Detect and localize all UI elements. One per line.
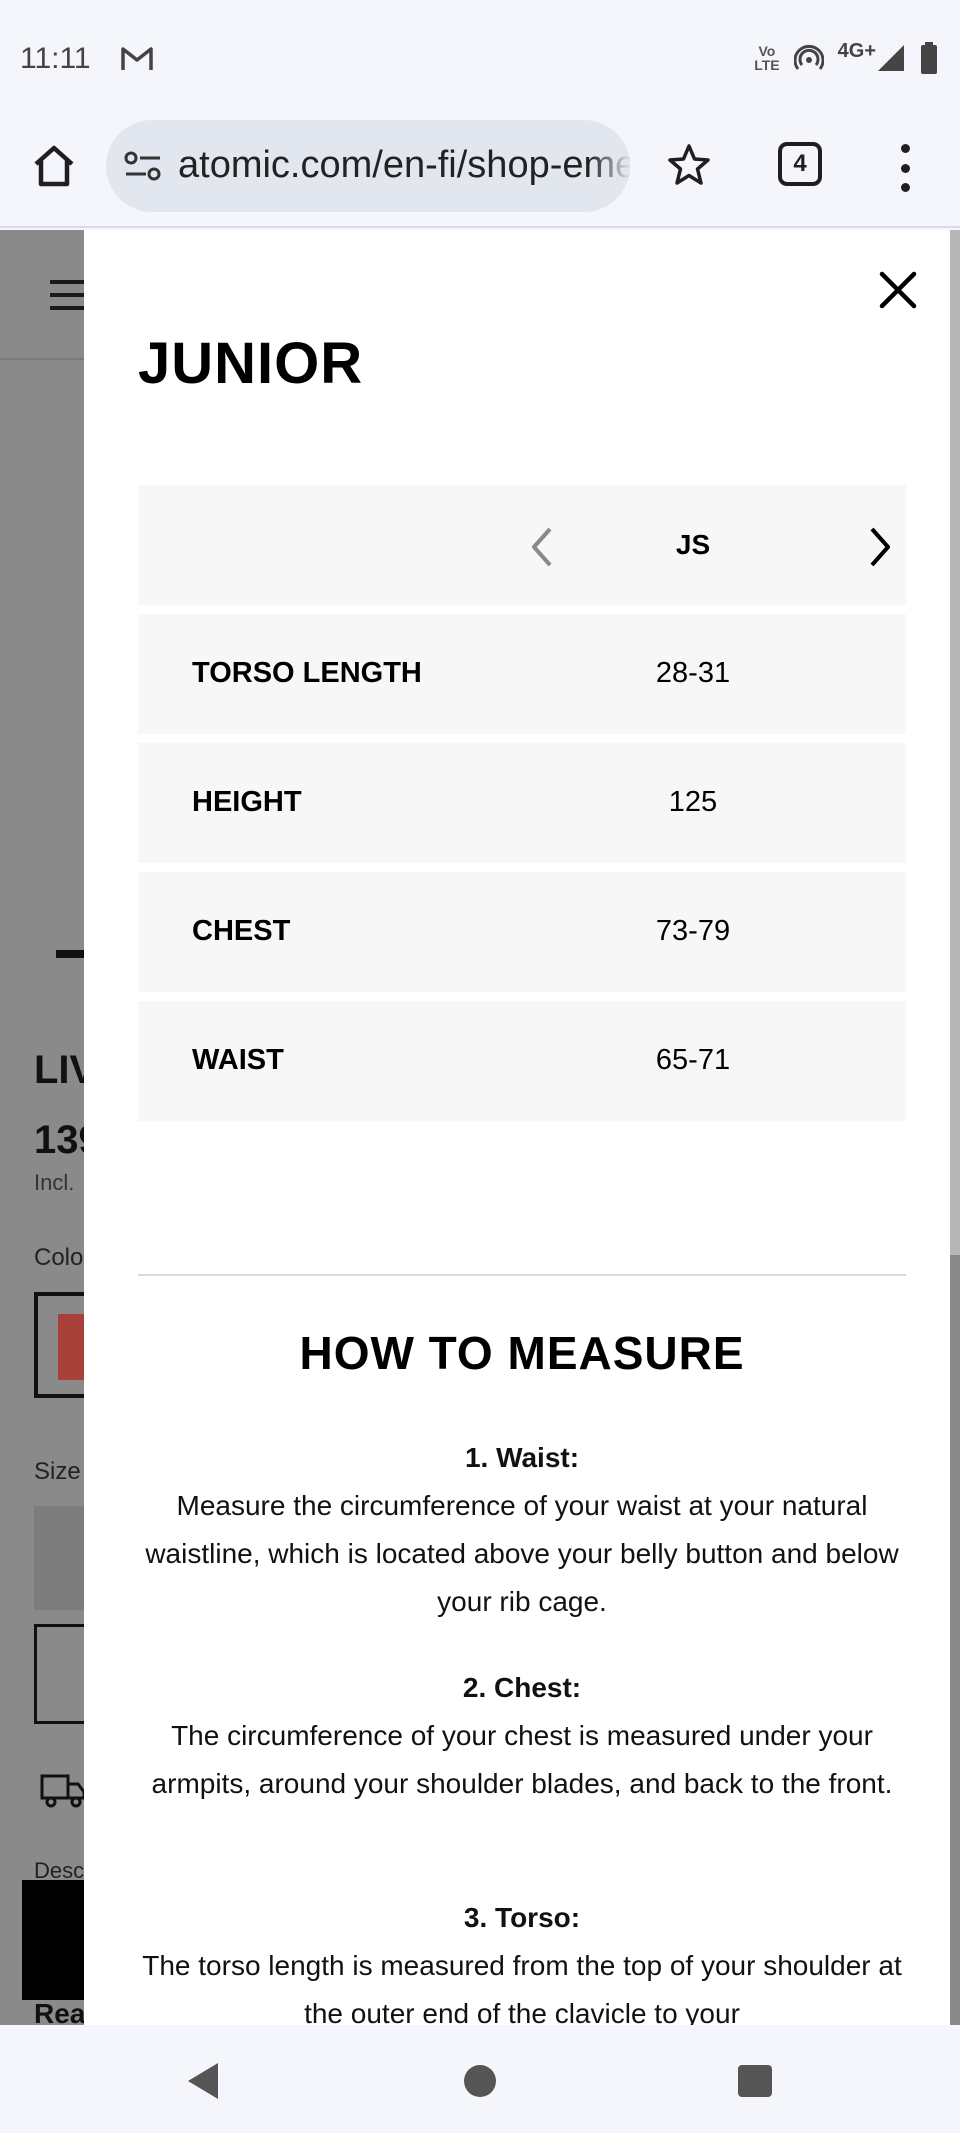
- row-value: 65-71: [655, 1044, 731, 1076]
- modal-title: JUNIOR: [138, 331, 364, 396]
- table-row: WAIST 65-71: [138, 1001, 906, 1121]
- size-chart-modal: JUNIOR JS TORSO LENGTH 28-31 HEIGHT 125 …: [84, 230, 950, 2025]
- measure-step-chest: 2. Chest: The circumference of your ches…: [138, 1664, 906, 1808]
- table-row: CHEST 73-79: [138, 872, 906, 992]
- tab-count: 4: [793, 150, 807, 177]
- measure-step-heading: 3. Torso:: [463, 1902, 581, 1933]
- color-label: Colo: [34, 1244, 84, 1271]
- status-icons: Vo LTE 4G+: [754, 40, 938, 76]
- volte-indicator: Vo LTE: [754, 43, 780, 73]
- measure-step-text: Measure the circumference of your waist …: [145, 1490, 899, 1617]
- close-icon[interactable]: [878, 270, 918, 310]
- signal-icon: [878, 45, 904, 71]
- size-column-label: JS: [675, 529, 711, 560]
- row-label: WAIST: [192, 1044, 284, 1076]
- size-table-header: JS: [138, 485, 906, 605]
- hotspot-icon: [793, 44, 824, 70]
- url-fade: [590, 120, 630, 212]
- address-bar[interactable]: atomic.com/en-fi/shop-eme: [106, 120, 630, 212]
- truck-icon: [40, 1774, 86, 1808]
- measure-step-waist: 1. Waist: Measure the circumference of y…: [138, 1434, 906, 1626]
- chevron-left-icon[interactable]: [522, 525, 562, 569]
- row-label: CHEST: [192, 915, 291, 947]
- star-icon[interactable]: [666, 142, 712, 188]
- battery-icon: [921, 42, 937, 74]
- tune-icon[interactable]: [124, 150, 162, 182]
- tabs-icon[interactable]: 4: [778, 142, 822, 186]
- url-text[interactable]: atomic.com/en-fi/shop-eme: [178, 140, 630, 190]
- price-note: Incl.: [34, 1170, 75, 1195]
- browser-toolbar: atomic.com/en-fi/shop-eme 4: [0, 112, 960, 228]
- row-label: HEIGHT: [192, 786, 302, 818]
- recents-icon[interactable]: [738, 2065, 772, 2097]
- row-value: 125: [668, 786, 718, 818]
- status-bar: 11:11 Vo LTE 4G+: [0, 0, 960, 112]
- chevron-right-icon[interactable]: [860, 525, 900, 569]
- table-row: HEIGHT 125: [138, 743, 906, 863]
- how-to-measure-title: HOW TO MEASURE: [299, 1327, 745, 1379]
- hamburger-menu-icon: [50, 280, 86, 310]
- size-table: JS TORSO LENGTH 28-31 HEIGHT 125 CHEST 7…: [138, 485, 906, 1121]
- back-icon[interactable]: [186, 2061, 220, 2101]
- more-vert-icon[interactable]: [890, 144, 920, 192]
- measure-step-torso: 3. Torso: The torso length is measured f…: [138, 1894, 906, 2025]
- table-row: TORSO LENGTH 28-31: [138, 614, 906, 734]
- read-more-link: Rea: [34, 1998, 86, 2025]
- measure-step-text: The torso length is measured from the to…: [142, 1950, 902, 2025]
- page-scrollbar[interactable]: [950, 230, 960, 1255]
- network-type: 4G+: [837, 39, 876, 62]
- gmail-icon: [121, 47, 153, 70]
- measure-step-text: The circumference of your chest is measu…: [151, 1720, 893, 1799]
- measure-step-heading: 1. Waist:: [464, 1442, 580, 1473]
- decorative-dash: [56, 950, 86, 958]
- home-nav-icon[interactable]: [464, 2065, 496, 2097]
- size-label: Size: [34, 1458, 81, 1485]
- status-time: 11:11: [20, 42, 91, 75]
- row-value: 28-31: [655, 657, 731, 689]
- measure-step-heading: 2. Chest:: [462, 1672, 582, 1703]
- row-value: 73-79: [655, 915, 731, 947]
- home-icon[interactable]: [30, 142, 78, 190]
- row-label: TORSO LENGTH: [192, 657, 422, 689]
- system-nav-bar: [0, 2025, 960, 2133]
- section-divider: [138, 1274, 906, 1276]
